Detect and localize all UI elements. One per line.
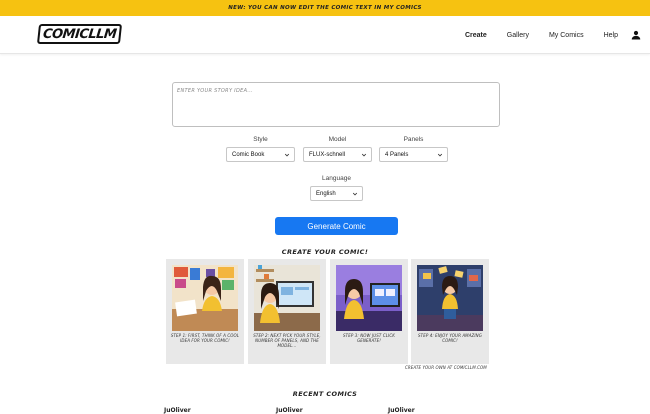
style-select[interactable]: Comic Book (226, 147, 295, 162)
nav-my-comics[interactable]: My Comics (549, 32, 584, 39)
panels-label: Panels (403, 136, 424, 143)
nav-help[interactable]: Help (604, 32, 618, 39)
step-2-illustration (254, 265, 320, 331)
recent-comic-author[interactable]: JuOliver (164, 407, 191, 414)
recent-comic-author[interactable]: JuOliver (276, 407, 303, 414)
logo-text: COMICLLM (42, 26, 118, 42)
model-value: FLUX-schnell (309, 151, 346, 158)
style-label: Style (253, 136, 268, 143)
step-4-illustration (417, 265, 483, 331)
navbar: COMICLLM Create Gallery My Comics Help (0, 16, 650, 54)
tutorial-step-2: STEP 2: NEXT PICK YOUR STYLE, NUMBER OF … (248, 259, 326, 364)
tutorial-step-4: STEP 4: ENJOY YOUR AMAZING COMIC! (411, 259, 489, 364)
recent-comic-author[interactable]: JuOliver (388, 407, 415, 414)
step-1-caption: STEP 1: FIRST, THINK OF A COOL IDEA FOR … (170, 333, 240, 343)
panels-select[interactable]: 4 Panels (379, 147, 448, 162)
language-select[interactable]: English (310, 186, 363, 201)
style-value: Comic Book (232, 151, 265, 158)
chevron-down-icon (352, 192, 358, 196)
credit-text: CREATE YOUR OWN AT COMICLLM.COM (405, 365, 487, 370)
step-3-caption: STEP 3: NOW JUST CLICK GENERATE! (343, 333, 395, 343)
announcement-banner: NEW: YOU CAN NOW EDIT THE COMIC TEXT IN … (0, 0, 650, 16)
recent-comics-title: RECENT COMICS (292, 390, 358, 398)
model-label: Model (328, 136, 347, 143)
logo[interactable]: COMICLLM (36, 24, 123, 44)
story-idea-input[interactable] (172, 82, 500, 127)
nav-gallery[interactable]: Gallery (507, 32, 529, 39)
user-icon[interactable] (630, 29, 642, 41)
panels-value: 4 Panels (385, 151, 409, 158)
nav-create[interactable]: Create (465, 32, 487, 39)
tutorial-step-3: STEP 3: NOW JUST CLICK GENERATE! (330, 259, 408, 364)
model-select[interactable]: FLUX-schnell (303, 147, 372, 162)
chevron-down-icon (284, 153, 290, 157)
nav-links: Create Gallery My Comics Help (465, 16, 650, 54)
chevron-down-icon (437, 153, 443, 157)
chevron-down-icon (361, 153, 367, 157)
language-value: English (316, 190, 336, 197)
step-2-caption: STEP 2: NEXT PICK YOUR STYLE, NUMBER OF … (253, 333, 321, 348)
step-4-caption: STEP 4: ENJOY YOUR AMAZING COMIC! (418, 333, 482, 343)
step-3-illustration (336, 265, 402, 331)
tutorial-steps: STEP 1: FIRST, THINK OF A COOL IDEA FOR … (166, 259, 489, 364)
announcement-text: NEW: YOU CAN NOW EDIT THE COMIC TEXT IN … (228, 5, 422, 11)
tutorial-title: CREATE YOUR COMIC! (281, 248, 369, 256)
generate-comic-button[interactable]: Generate Comic (275, 217, 398, 235)
step-1-illustration (172, 265, 238, 331)
language-label: Language (322, 175, 351, 182)
tutorial-step-1: STEP 1: FIRST, THINK OF A COOL IDEA FOR … (166, 259, 244, 364)
